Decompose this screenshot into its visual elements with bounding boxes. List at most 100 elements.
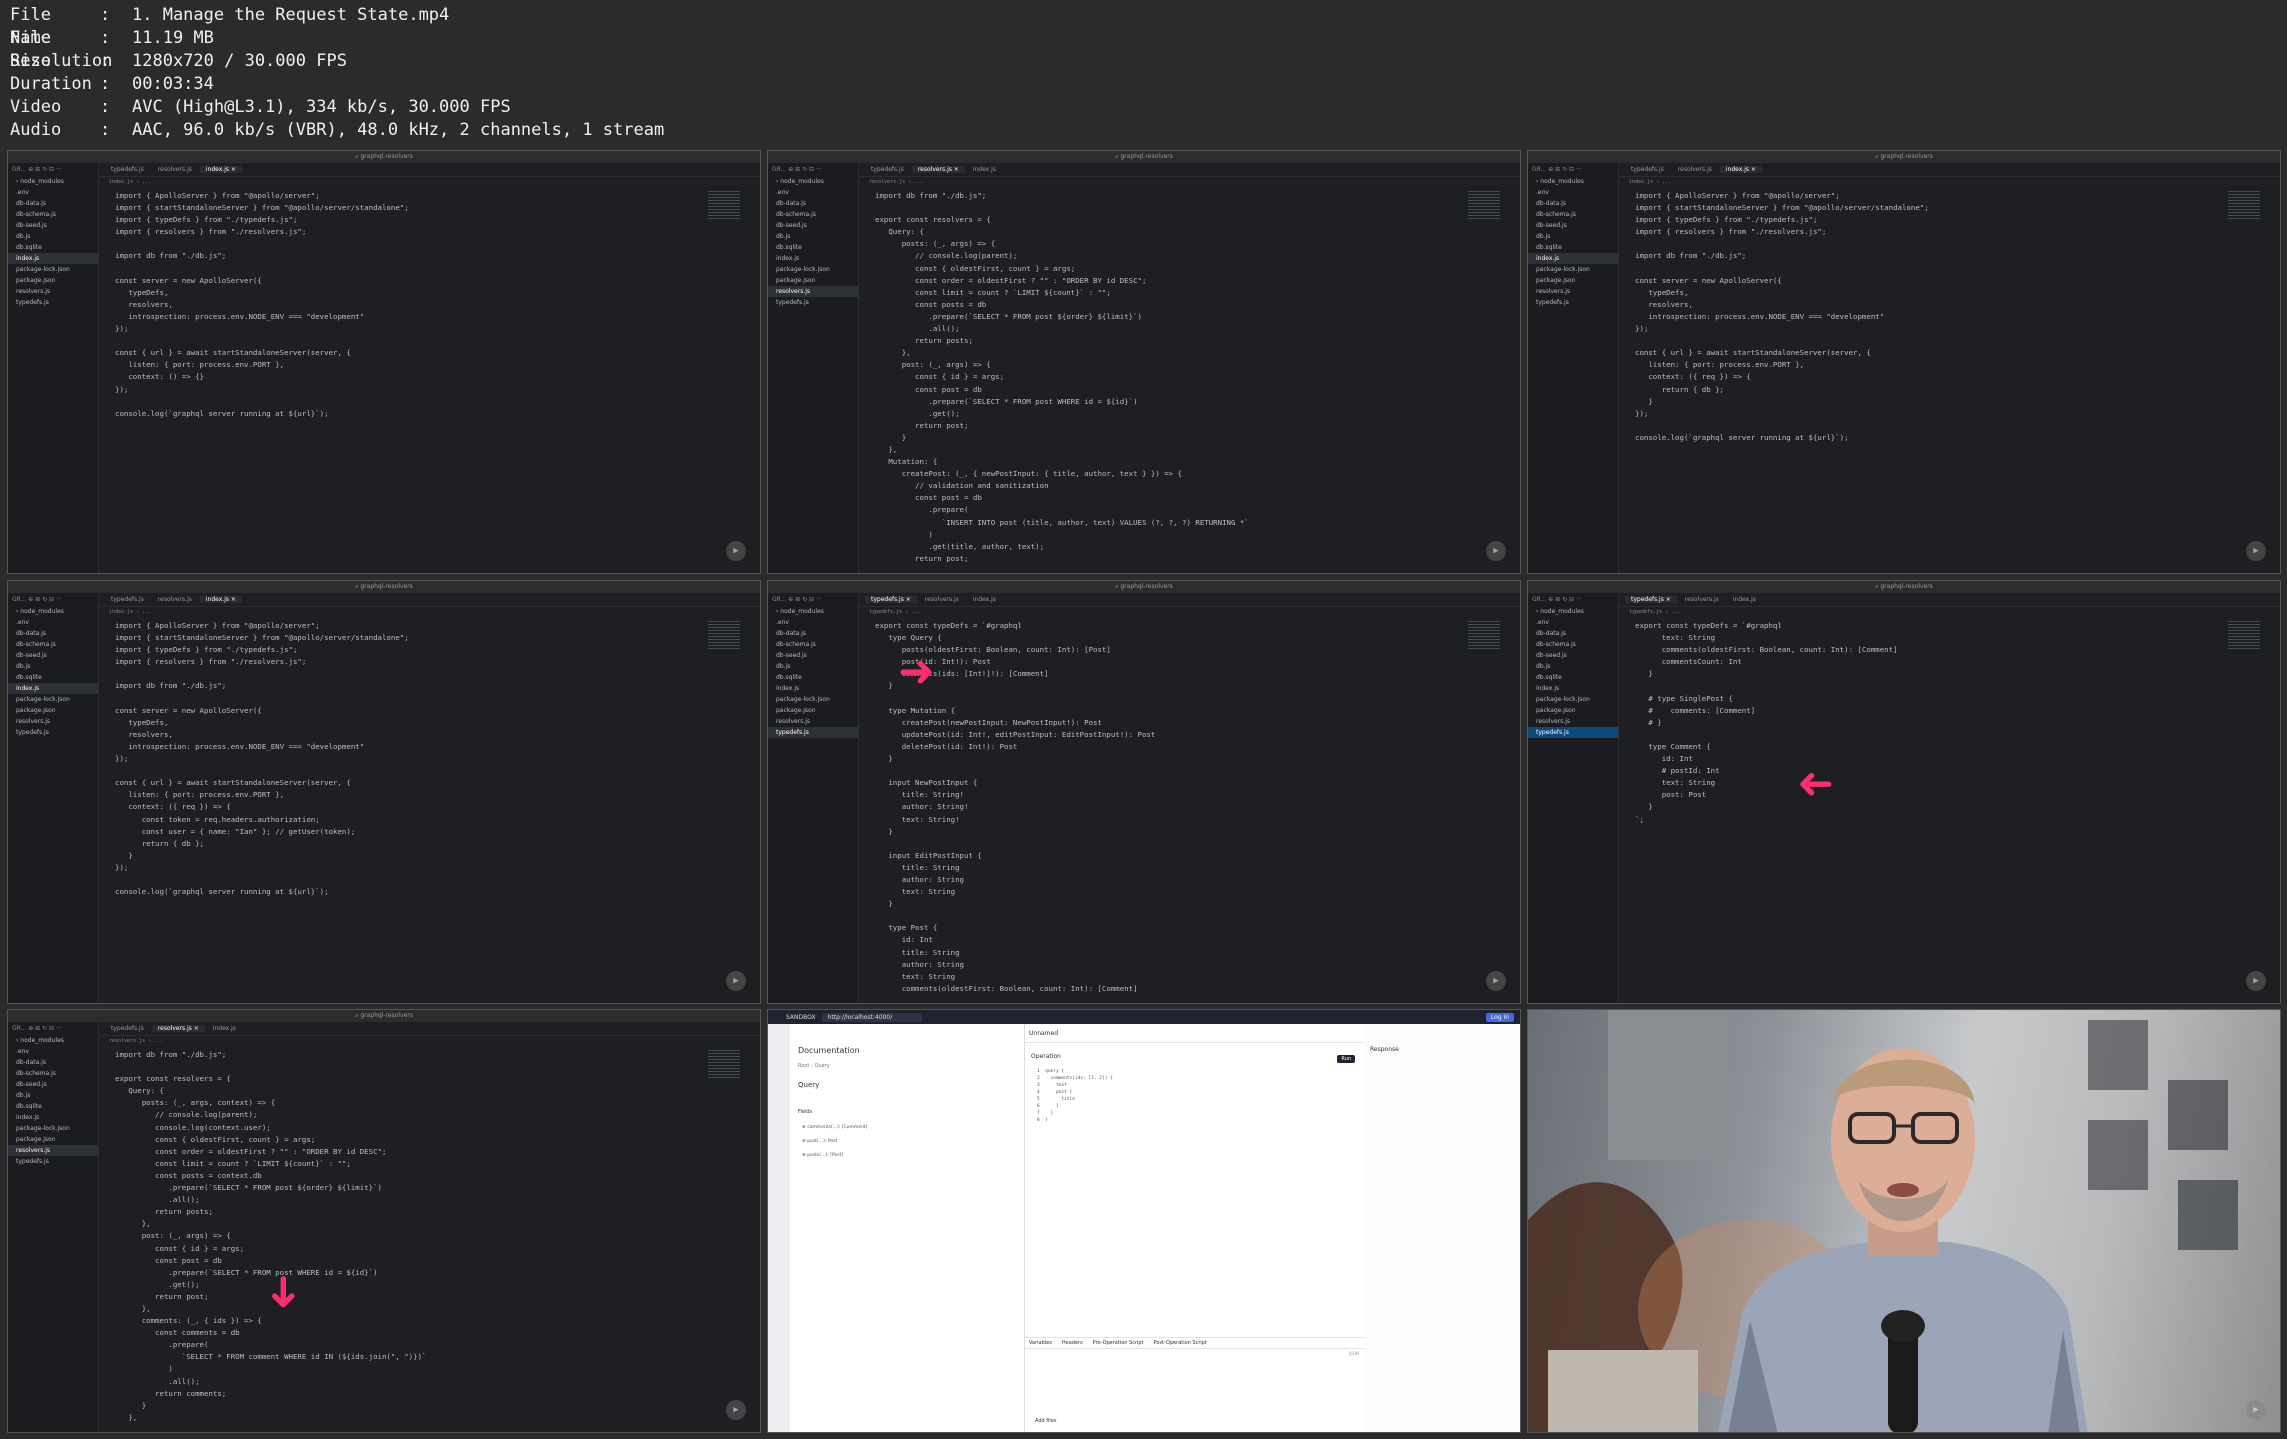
frame-thumbnail[interactable]: ⌕ graphql-resolvers GR... ⊕ ⊞ ↻ ⊟ ··· › no… [767, 150, 1521, 574]
code-content[interactable]: import { ApolloServer } from "@apollo/se… [1619, 188, 2280, 444]
file-item[interactable]: db.js [768, 661, 858, 672]
file-item[interactable]: db.js [8, 231, 98, 242]
frame-thumbnail[interactable]: ⌕ graphql-resolvers GR... ⊕ ⊞ ↻ ⊟ ··· › no… [7, 150, 761, 574]
schema-field[interactable]: ⊕ comments(…): [Comment] [802, 1121, 1024, 1135]
file-item[interactable]: › node_modules [8, 176, 98, 187]
file-item[interactable]: package-lock.json [1528, 264, 1618, 275]
breadcrumb[interactable]: index.js › ... [99, 607, 760, 618]
file-item[interactable]: index.js [1528, 683, 1618, 694]
code-editor[interactable]: typedefs.js resolvers.js index.js × index.j… [1619, 163, 2280, 573]
breadcrumb[interactable]: index.js › ... [1619, 177, 2280, 188]
file-item[interactable]: db.js [8, 661, 98, 672]
file-item[interactable]: package.json [768, 275, 858, 286]
editor-tab[interactable]: index.js [967, 166, 1002, 173]
file-item[interactable]: db.js [1528, 661, 1618, 672]
play-icon[interactable]: ▶ [726, 1400, 746, 1420]
file-item[interactable]: db-schema.js [768, 209, 858, 220]
editor-tab[interactable]: index.js [967, 596, 1002, 603]
file-item[interactable]: db-data.js [8, 628, 98, 639]
file-item[interactable]: package.json [1528, 705, 1618, 716]
bottom-tab[interactable]: Variables [1029, 1340, 1052, 1346]
code-editor[interactable]: typedefs.js resolvers.js index.js × index.j… [99, 163, 760, 573]
login-button[interactable]: Log in [1485, 1012, 1514, 1022]
file-item[interactable]: db-schema.js [1528, 209, 1618, 220]
file-item[interactable]: typedefs.js [1528, 297, 1618, 308]
file-item[interactable]: db.sqlite [1528, 672, 1618, 683]
bottom-tab[interactable]: Pre-Operation Script [1093, 1340, 1144, 1346]
editor-tab[interactable]: index.js [1727, 596, 1762, 603]
file-item[interactable]: typedefs.js [1528, 727, 1618, 738]
play-icon[interactable]: ▶ [2246, 1400, 2266, 1420]
play-icon[interactable]: ▶ [726, 541, 746, 561]
file-item[interactable]: › node_modules [1528, 176, 1618, 187]
file-item[interactable]: db-seed.js [1528, 650, 1618, 661]
code-editor[interactable]: typedefs.js × resolvers.js index.js typedef… [859, 593, 1520, 1003]
editor-tab[interactable]: resolvers.js [1672, 166, 1718, 173]
breadcrumb[interactable]: typedefs.js › ... [859, 607, 1520, 618]
file-item[interactable]: db-seed.js [768, 220, 858, 231]
url-field[interactable]: http://localhost:4000/ [821, 1012, 923, 1022]
file-item[interactable]: › node_modules [8, 1035, 98, 1046]
file-item[interactable]: .env [1528, 617, 1618, 628]
add-files-button[interactable]: Add files [1035, 1418, 1057, 1424]
file-item[interactable]: typedefs.js [8, 1156, 98, 1167]
file-item[interactable]: db-schema.js [8, 639, 98, 650]
file-item[interactable]: db.js [1528, 231, 1618, 242]
schema-field[interactable]: ⊕ post(…): Post [802, 1135, 1024, 1149]
editor-tab[interactable]: typedefs.js [1625, 166, 1670, 173]
editor-tab[interactable]: resolvers.js [919, 596, 965, 603]
operation-editor[interactable]: 1 query { 2 comments(ids: [1, 2]) { 3 te… [1037, 1068, 1365, 1124]
file-item[interactable]: index.js [768, 683, 858, 694]
explorer-toolbar[interactable]: GR... ⊕ ⊞ ↻ ⊟ ··· [768, 163, 858, 176]
frame-thumbnail[interactable]: ⌕ graphql-resolvers GR... ⊕ ⊞ ↻ ⊟ ··· › no… [1527, 580, 2281, 1004]
frame-thumbnail-sandbox[interactable]: SANDBOX http://localhost:4000/ Log in Do… [767, 1009, 1521, 1433]
file-item[interactable]: db.sqlite [8, 242, 98, 253]
code-editor[interactable]: typedefs.js × resolvers.js index.js typedef… [1619, 593, 2280, 1003]
file-item[interactable]: db.sqlite [1528, 242, 1618, 253]
file-item[interactable]: typedefs.js [768, 297, 858, 308]
minimap[interactable] [708, 191, 740, 221]
file-item[interactable]: db-seed.js [8, 220, 98, 231]
play-icon[interactable]: ▶ [2246, 971, 2266, 991]
explorer-toolbar[interactable]: GR... ⊕ ⊞ ↻ ⊟ ··· [768, 593, 858, 606]
file-item[interactable]: db-schema.js [1528, 639, 1618, 650]
play-icon[interactable]: ▶ [726, 971, 746, 991]
file-item[interactable]: db-data.js [1528, 198, 1618, 209]
code-editor[interactable]: typedefs.js resolvers.js × index.js resolve… [859, 163, 1520, 573]
editor-tab[interactable]: resolvers.js × [911, 166, 965, 173]
code-editor[interactable]: typedefs.js resolvers.js index.js × index.j… [99, 593, 760, 1003]
file-item[interactable]: db.sqlite [768, 672, 858, 683]
bottom-tab[interactable]: Headers [1062, 1340, 1083, 1346]
editor-tab[interactable]: resolvers.js × [151, 1025, 205, 1032]
file-item[interactable]: package-lock.json [1528, 694, 1618, 705]
file-item[interactable]: index.js [8, 253, 98, 264]
file-item[interactable]: resolvers.js [768, 716, 858, 727]
file-item[interactable]: resolvers.js [8, 286, 98, 297]
file-item[interactable]: index.js [8, 1112, 98, 1123]
file-item[interactable]: package-lock.json [768, 264, 858, 275]
file-item[interactable]: package-lock.json [8, 694, 98, 705]
play-icon[interactable]: ▶ [1486, 971, 1506, 991]
file-item[interactable]: index.js [8, 683, 98, 694]
code-content[interactable]: import { ApolloServer } from "@apollo/se… [99, 618, 760, 898]
editor-tab[interactable]: resolvers.js [152, 596, 198, 603]
file-item[interactable]: db.js [768, 231, 858, 242]
file-item[interactable]: .env [1528, 187, 1618, 198]
file-item[interactable]: db-data.js [8, 1057, 98, 1068]
file-item[interactable]: package-lock.json [8, 1123, 98, 1134]
file-item[interactable]: .env [8, 617, 98, 628]
file-item[interactable]: resolvers.js [8, 716, 98, 727]
file-item[interactable]: package.json [8, 705, 98, 716]
explorer-toolbar[interactable]: GR... ⊕ ⊞ ↻ ⊟ ··· [1528, 163, 1618, 176]
editor-tab[interactable]: typedefs.js [105, 166, 150, 173]
editor-tab[interactable]: index.js × [199, 596, 242, 603]
minimap[interactable] [2228, 621, 2260, 651]
code-content[interactable]: export const typeDefs = `#graphql type Q… [859, 618, 1520, 995]
play-icon[interactable]: ▶ [2246, 541, 2266, 561]
frame-thumbnail[interactable]: ⌕ graphql-resolvers GR... ⊕ ⊞ ↻ ⊟ ··· › no… [7, 1009, 761, 1433]
code-content[interactable]: import db from "./db.js"; export const r… [859, 188, 1520, 565]
editor-tab[interactable]: index.js × [199, 166, 242, 173]
file-item[interactable]: typedefs.js [8, 297, 98, 308]
minimap[interactable] [1468, 621, 1500, 651]
file-item[interactable]: index.js [1528, 253, 1618, 264]
